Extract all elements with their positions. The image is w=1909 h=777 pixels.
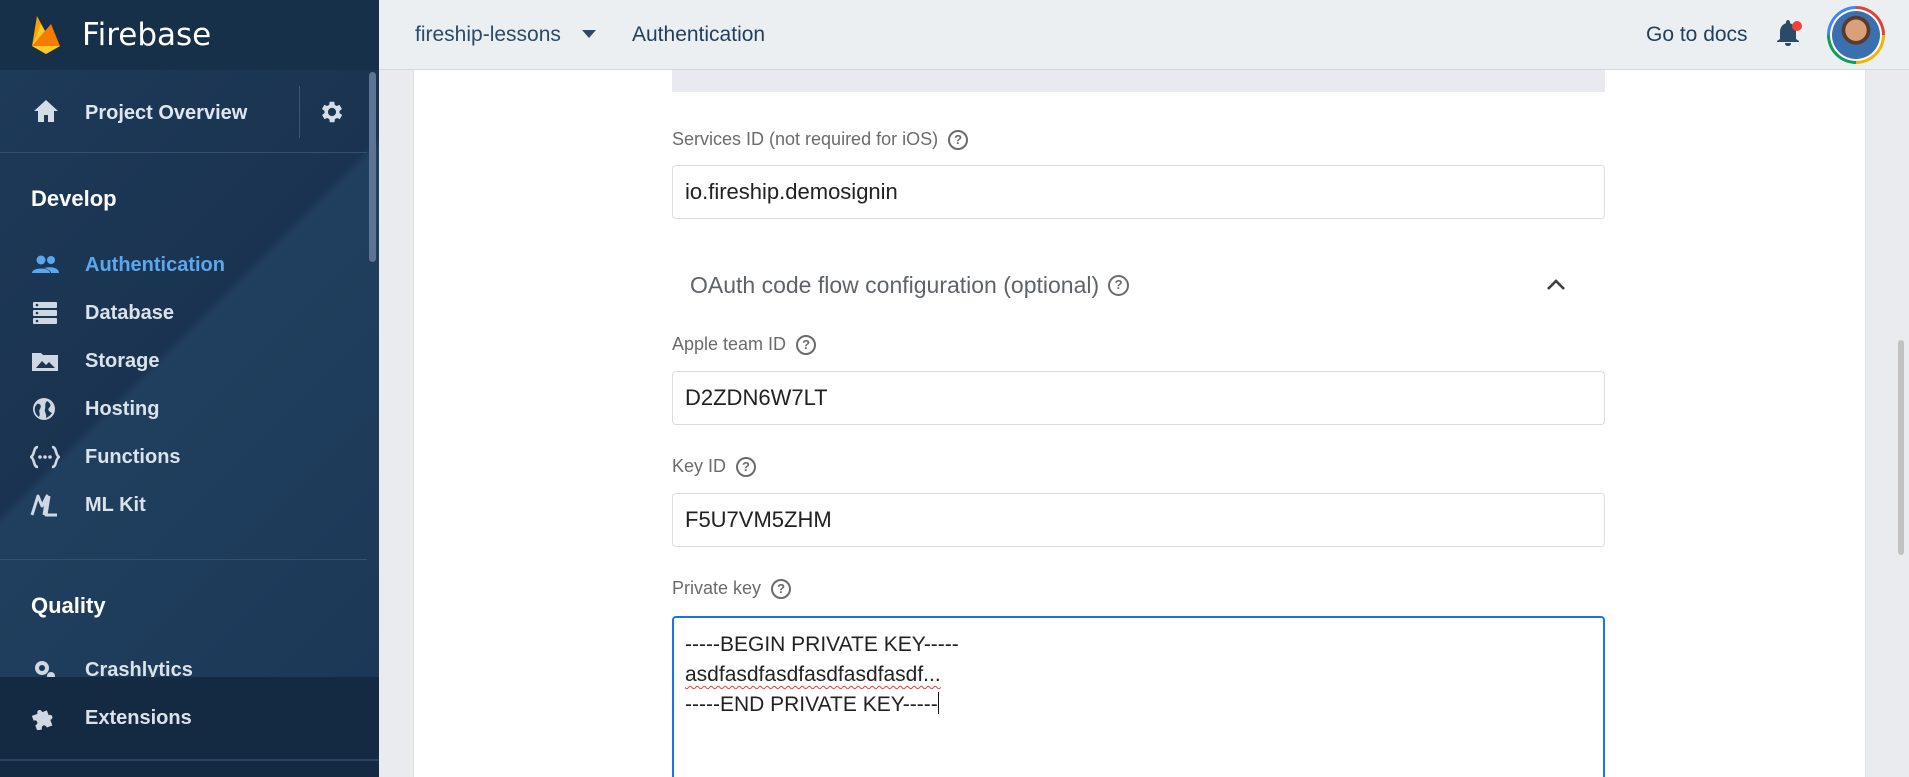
- sidebar-item-functions[interactable]: Functions: [0, 435, 367, 479]
- services-id-label: Services ID (not required for iOS) ?: [672, 129, 969, 150]
- notifications-bell-icon[interactable]: [1774, 18, 1804, 50]
- puzzle-icon: [31, 710, 53, 730]
- sidebar-divider: [0, 759, 379, 761]
- sidebar-divider: [0, 152, 367, 153]
- top-bar: fireship-lessons Authentication Go to do…: [379, 0, 1909, 70]
- oauth-section-title: OAuth code flow configuration (optional): [690, 272, 1100, 298]
- project-overview-link[interactable]: Project Overview: [85, 102, 247, 125]
- sidebar-scrollbar[interactable]: [369, 72, 376, 262]
- private-key-label: Private key ?: [672, 578, 792, 599]
- sidebar-item-storage[interactable]: Storage: [0, 339, 367, 383]
- private-key-line: -----BEGIN PRIVATE KEY-----: [685, 633, 959, 656]
- oauth-section-header[interactable]: OAuth code flow configuration (optional)…: [690, 272, 1130, 299]
- services-id-field[interactable]: io.fireship.demosignin: [672, 165, 1605, 219]
- sidebar-item-extensions[interactable]: Extensions: [0, 696, 367, 740]
- globe-icon: [33, 398, 55, 420]
- sidebar-item-label: ML Kit: [85, 494, 146, 516]
- project-selector[interactable]: fireship-lessons: [415, 23, 561, 47]
- avatar-photo: [1832, 11, 1880, 59]
- sidebar-item-label: Database: [85, 302, 174, 324]
- functions-icon: [30, 445, 60, 469]
- project-overview-row: Project Overview: [0, 84, 379, 140]
- brand-header[interactable]: Firebase: [0, 0, 379, 70]
- brand-name: Firebase: [82, 17, 212, 53]
- go-to-docs-link[interactable]: Go to docs: [1646, 23, 1748, 47]
- apple-team-id-label: Apple team ID ?: [672, 334, 817, 355]
- sidebar-item-authentication[interactable]: Authentication: [0, 243, 367, 287]
- private-key-line: -----END PRIVATE KEY-----: [685, 692, 939, 716]
- ml-kit-icon: [30, 494, 57, 517]
- firebase-logo-icon: [32, 16, 60, 54]
- sidebar-item-label: Authentication: [85, 254, 225, 276]
- storage-icon: [32, 353, 58, 371]
- sidebar-divider: [0, 559, 367, 560]
- spellcheck-underlined-text: asdfasdfasdfasdfasdfasdf...: [685, 663, 941, 686]
- help-icon[interactable]: ?: [771, 578, 792, 599]
- breadcrumb: Authentication: [632, 23, 766, 46]
- help-icon[interactable]: ?: [948, 129, 969, 150]
- settings-gear-icon[interactable]: [318, 98, 346, 126]
- people-icon: [32, 255, 59, 273]
- develop-heading: Develop: [31, 186, 117, 211]
- home-icon: [34, 100, 58, 122]
- quality-heading: Quality: [31, 593, 106, 618]
- sidebar-item-database[interactable]: Database: [0, 291, 367, 335]
- help-icon[interactable]: ?: [736, 456, 757, 477]
- sidebar-item-label: Functions: [85, 446, 181, 468]
- page-scrollbar[interactable]: [1898, 340, 1904, 555]
- sidebar-item-label: Hosting: [85, 398, 160, 420]
- apple-team-id-field[interactable]: D2ZDN6W7LT: [672, 371, 1605, 425]
- chevron-up-icon[interactable]: [1545, 274, 1567, 296]
- private-key-textarea[interactable]: -----BEGIN PRIVATE KEY----- asdfasdfasdf…: [672, 616, 1605, 777]
- sidebar: Firebase Project Overview Develop Authen…: [0, 0, 379, 777]
- database-icon: [33, 302, 57, 324]
- help-icon[interactable]: ?: [1108, 275, 1130, 296]
- sidebar-item-ml-kit[interactable]: ML Kit: [0, 483, 367, 527]
- help-icon[interactable]: ?: [796, 334, 817, 355]
- private-key-line: asdfasdfasdfasdfasdfasdf...: [685, 660, 1592, 690]
- sidebar-item-label: Extensions: [85, 707, 192, 729]
- previous-field-block: [672, 70, 1605, 92]
- extensions-bar: Extensions: [0, 677, 379, 777]
- overview-divider: [299, 86, 300, 138]
- text-cursor: [937, 692, 939, 714]
- notification-dot: [1792, 21, 1802, 31]
- key-id-label: Key ID ?: [672, 456, 757, 477]
- sidebar-item-hosting[interactable]: Hosting: [0, 387, 367, 431]
- sidebar-item-label: Storage: [85, 350, 160, 372]
- avatar[interactable]: [1827, 6, 1885, 64]
- key-id-field[interactable]: F5U7VM5ZHM: [672, 493, 1605, 547]
- dropdown-caret-icon[interactable]: [582, 30, 596, 38]
